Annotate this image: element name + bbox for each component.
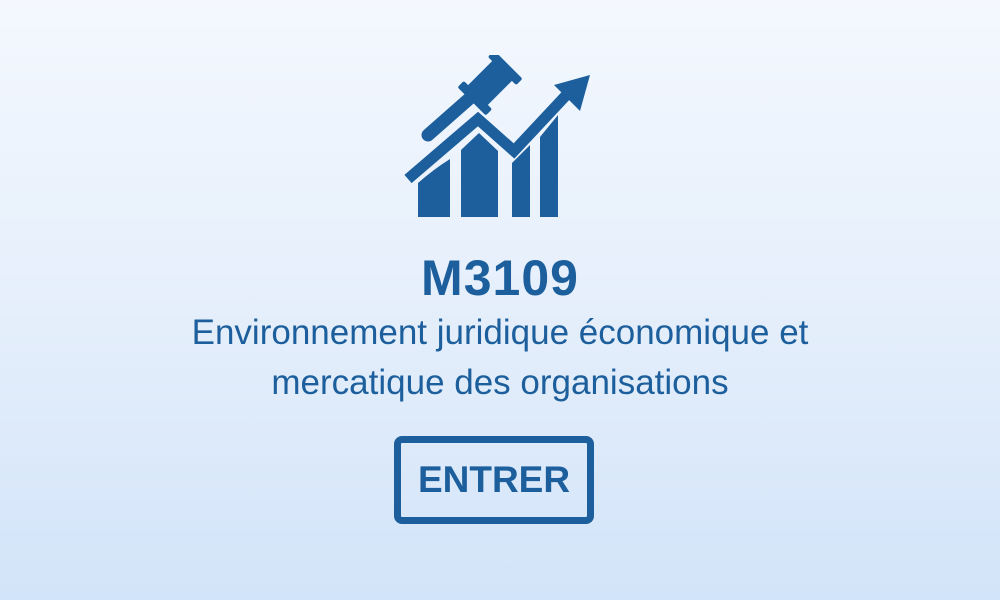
- course-title: Environnement juridique économique et me…: [0, 308, 1000, 408]
- course-title-line-2: mercatique des organisations: [271, 363, 729, 402]
- enter-button[interactable]: ENTRER: [394, 436, 594, 524]
- course-code: M3109: [421, 250, 579, 306]
- course-title-line-1: Environnement juridique économique et: [191, 313, 809, 352]
- course-card: M3109 Environnement juridique économique…: [0, 0, 1000, 600]
- gavel-rising-chart-icon: [404, 55, 590, 217]
